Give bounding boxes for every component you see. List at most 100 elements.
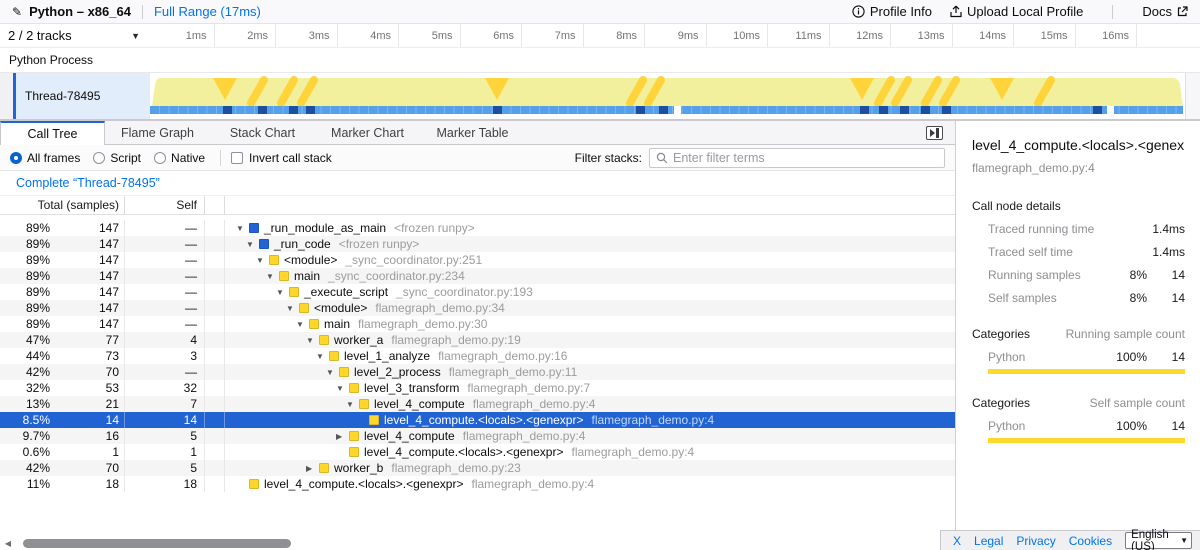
- tab-marker-table[interactable]: Marker Table: [420, 121, 525, 144]
- frames-radio-all-frames[interactable]: All frames: [10, 151, 80, 165]
- table-row[interactable]: 89%147—▼<module>flamegraph_demo.py:34: [0, 300, 955, 316]
- thread-track-label[interactable]: Thread-78495: [16, 73, 150, 119]
- row-total-samples: 16: [52, 428, 125, 444]
- tab-stack-chart[interactable]: Stack Chart: [210, 121, 315, 144]
- frames-radio-native[interactable]: Native: [154, 151, 205, 165]
- category-label: Python: [972, 350, 1107, 364]
- edit-profile-name-icon[interactable]: ✎: [12, 5, 22, 19]
- row-total-percent: 13%: [0, 397, 52, 411]
- table-row[interactable]: 0.6%11level_4_compute.<locals>.<genexpr>…: [0, 444, 955, 460]
- collapse-icon[interactable]: ▼: [256, 256, 269, 265]
- row-function-cell: ▼main_sync_coordinator.py:234: [225, 269, 955, 283]
- row-function-cell: ▼_run_module_as_main<frozen runpy>: [225, 221, 955, 235]
- checkbox-icon[interactable]: [231, 152, 243, 164]
- table-row[interactable]: 9.7%165▶level_4_computeflamegraph_demo.p…: [0, 428, 955, 444]
- row-self: —: [125, 316, 205, 332]
- ruler-tick: 5ms: [399, 24, 461, 47]
- filter-stacks-input[interactable]: [673, 151, 938, 165]
- profile-title: Python – x86_64: [29, 4, 131, 19]
- detail-label: Running samples: [972, 268, 1107, 282]
- profile-info-button[interactable]: Profile Info: [852, 4, 932, 19]
- expand-icon[interactable]: ▶: [336, 432, 349, 441]
- category-bar: [988, 438, 1185, 443]
- tab-marker-chart[interactable]: Marker Chart: [315, 121, 420, 144]
- table-row[interactable]: 11%1818level_4_compute.<locals>.<genexpr…: [0, 476, 955, 492]
- table-row[interactable]: 89%147—▼mainflamegraph_demo.py:30: [0, 316, 955, 332]
- collapse-icon[interactable]: ▼: [346, 400, 359, 409]
- column-total[interactable]: Total (samples): [0, 196, 125, 214]
- invert-call-stack-toggle[interactable]: Invert call stack: [231, 151, 332, 165]
- column-self[interactable]: Self: [125, 196, 205, 214]
- breadcrumb: Complete “Thread-78495”: [0, 171, 955, 196]
- full-range-button[interactable]: Full Range (17ms): [154, 4, 261, 19]
- footer-link-privacy[interactable]: Privacy: [1016, 534, 1055, 548]
- footer-close-button[interactable]: X: [953, 534, 961, 548]
- category-value: 14: [1147, 350, 1185, 364]
- tab-call-tree[interactable]: Call Tree: [0, 121, 105, 145]
- category-color-square: [359, 399, 369, 409]
- upload-icon: [950, 5, 962, 18]
- header-divider: [1112, 5, 1113, 19]
- panel-tabbar: Call TreeFlame GraphStack ChartMarker Ch…: [0, 121, 955, 145]
- function-source: flamegraph_demo.py:11: [449, 365, 578, 379]
- scroll-left-arrow-icon[interactable]: ◀: [0, 539, 16, 548]
- collapse-icon[interactable]: ▼: [316, 352, 329, 361]
- row-function-cell: ▼level_1_analyzeflamegraph_demo.py:16: [225, 349, 955, 363]
- table-row[interactable]: 13%217▼level_4_computeflamegraph_demo.py…: [0, 396, 955, 412]
- table-row[interactable]: 42%70—▼level_2_processflamegraph_demo.py…: [0, 364, 955, 380]
- row-total-samples: 147: [52, 220, 125, 236]
- expand-icon[interactable]: ▶: [306, 464, 319, 473]
- radio-icon[interactable]: [93, 152, 105, 164]
- track-python-process[interactable]: Python Process: [0, 48, 1200, 73]
- horizontal-scrollbar[interactable]: ◀: [0, 537, 940, 550]
- collapse-icon[interactable]: ▼: [306, 336, 319, 345]
- track-thread[interactable]: Thread-78495: [0, 73, 1200, 119]
- row-function-cell: ▼<module>flamegraph_demo.py:34: [225, 301, 955, 315]
- collapse-icon[interactable]: ▼: [336, 384, 349, 393]
- collapse-icon[interactable]: ▼: [236, 224, 249, 233]
- ruler-tick: 6ms: [461, 24, 523, 47]
- footer-link-cookies[interactable]: Cookies: [1069, 534, 1112, 548]
- table-row[interactable]: 89%147—▼<module>_sync_coordinator.py:251: [0, 252, 955, 268]
- ruler-tick: 12ms: [830, 24, 892, 47]
- table-row[interactable]: 89%147—▼_run_code<frozen runpy>: [0, 236, 955, 252]
- collapse-icon[interactable]: ▼: [276, 288, 289, 297]
- category-color-square: [249, 479, 259, 489]
- language-select[interactable]: English (US) ▼: [1125, 532, 1192, 549]
- detail-percent: [1107, 245, 1147, 259]
- radio-icon[interactable]: [154, 152, 166, 164]
- sidebar-toggle-button[interactable]: [926, 126, 943, 140]
- table-row[interactable]: 42%705▶worker_bflamegraph_demo.py:23: [0, 460, 955, 476]
- selected-node-source: flamegraph_demo.py:4: [972, 161, 1185, 175]
- scrollbar-thumb[interactable]: [23, 539, 291, 548]
- collapse-icon[interactable]: ▼: [246, 240, 259, 249]
- footer-link-legal[interactable]: Legal: [974, 534, 1003, 548]
- function-source: <frozen runpy>: [394, 221, 475, 235]
- collapse-icon[interactable]: ▼: [266, 272, 279, 281]
- collapse-icon[interactable]: ▼: [286, 304, 299, 313]
- thread-activity-graph[interactable]: [150, 73, 1185, 119]
- ruler-tick: 13ms: [891, 24, 953, 47]
- table-row[interactable]: 44%733▼level_1_analyzeflamegraph_demo.py…: [0, 348, 955, 364]
- frames-radio-script[interactable]: Script: [93, 151, 141, 165]
- upload-local-profile-button[interactable]: Upload Local Profile: [950, 4, 1083, 19]
- row-total-percent: 44%: [0, 349, 52, 363]
- row-category-cell: [205, 332, 225, 348]
- filter-stacks-box[interactable]: [649, 148, 945, 168]
- collapse-icon[interactable]: ▼: [296, 320, 309, 329]
- breadcrumb-root-link[interactable]: Complete “Thread-78495”: [16, 176, 160, 190]
- row-function-cell: ▼worker_aflamegraph_demo.py:19: [225, 333, 955, 347]
- tab-flame-graph[interactable]: Flame Graph: [105, 121, 210, 144]
- table-row[interactable]: 89%147—▼_execute_script_sync_coordinator…: [0, 284, 955, 300]
- row-total-percent: 47%: [0, 333, 52, 347]
- table-row[interactable]: 89%147—▼_run_module_as_main<frozen runpy…: [0, 220, 955, 236]
- table-row[interactable]: 89%147—▼main_sync_coordinator.py:234: [0, 268, 955, 284]
- docs-link[interactable]: Docs: [1142, 4, 1188, 19]
- radio-icon[interactable]: [10, 152, 22, 164]
- table-row[interactable]: 32%5332▼level_3_transformflamegraph_demo…: [0, 380, 955, 396]
- collapse-icon[interactable]: ▼: [326, 368, 339, 377]
- table-row[interactable]: 47%774▼worker_aflamegraph_demo.py:19: [0, 332, 955, 348]
- category-row: Python100%14: [972, 350, 1185, 364]
- table-row[interactable]: 8.5%1414level_4_compute.<locals>.<genexp…: [0, 412, 955, 428]
- tracks-dropdown[interactable]: 2 / 2 tracks ▼: [0, 24, 150, 47]
